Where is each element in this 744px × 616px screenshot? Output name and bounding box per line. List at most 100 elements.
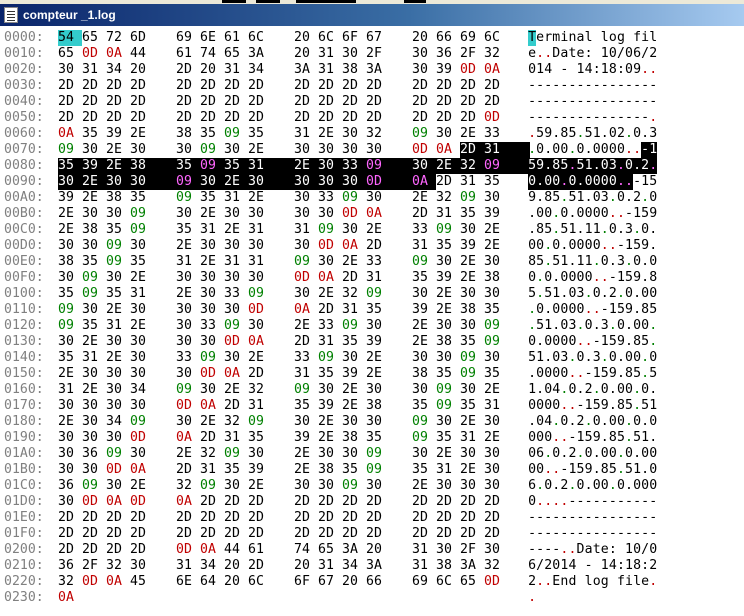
- ascii-char[interactable]: -: [617, 94, 625, 110]
- ascii-char[interactable]: t: [568, 46, 576, 62]
- hex-byte[interactable]: 32: [248, 382, 272, 398]
- ascii-char[interactable]: .: [585, 350, 593, 366]
- hex-byte[interactable]: 2E: [106, 142, 130, 158]
- ascii-char[interactable]: 8: [544, 190, 552, 206]
- ascii-char[interactable]: -: [633, 494, 641, 510]
- hex-byte[interactable]: 35: [318, 366, 342, 382]
- hex-byte[interactable]: 2D: [318, 94, 342, 110]
- ascii-char[interactable]: 3: [608, 158, 617, 174]
- ascii-char[interactable]: 0: [544, 430, 552, 446]
- ascii-char[interactable]: -: [617, 238, 625, 254]
- ascii-char[interactable]: .: [568, 254, 576, 270]
- ascii-char[interactable]: 2: [576, 414, 585, 430]
- hex-byte[interactable]: 2E: [224, 222, 248, 238]
- hex-byte[interactable]: 32: [484, 558, 508, 574]
- ascii-char[interactable]: 5: [593, 398, 601, 414]
- hex-byte[interactable]: 6D: [130, 30, 154, 46]
- ascii-char[interactable]: 0: [601, 142, 609, 158]
- ascii-char[interactable]: 0: [552, 334, 560, 350]
- hex-byte[interactable]: 2D: [436, 110, 460, 126]
- ascii-char[interactable]: .: [560, 190, 568, 206]
- ascii-char[interactable]: -: [528, 94, 536, 110]
- hex-byte[interactable]: 20: [294, 558, 318, 574]
- hex-byte[interactable]: 09: [224, 126, 248, 142]
- hex-byte[interactable]: 32: [436, 190, 460, 206]
- ascii-char[interactable]: [609, 574, 617, 590]
- hex-byte[interactable]: 0D: [82, 494, 106, 510]
- ascii-char[interactable]: -: [576, 526, 585, 542]
- ascii-char[interactable]: -: [593, 334, 601, 350]
- hex-byte[interactable]: 30: [200, 238, 224, 254]
- ascii-char[interactable]: 1: [593, 366, 601, 382]
- ascii-char[interactable]: f: [633, 30, 641, 46]
- ascii-char[interactable]: .: [593, 302, 601, 318]
- hex-byte[interactable]: 2D: [130, 94, 154, 110]
- hex-byte[interactable]: 31: [176, 558, 200, 574]
- ascii-char[interactable]: -: [641, 510, 649, 526]
- ascii-char[interactable]: 0: [560, 334, 568, 350]
- ascii-char[interactable]: 2: [641, 158, 650, 174]
- ascii-char[interactable]: :: [617, 62, 625, 78]
- hex-byte[interactable]: 30: [106, 430, 130, 446]
- ascii-char[interactable]: 0: [576, 142, 585, 158]
- hex-byte[interactable]: 38: [176, 126, 200, 142]
- hex-byte[interactable]: 2D: [248, 94, 272, 110]
- ascii-char[interactable]: .: [649, 222, 657, 238]
- hex-byte[interactable]: 35: [294, 398, 318, 414]
- ascii-char[interactable]: 9: [601, 398, 609, 414]
- hex-byte[interactable]: 2D: [484, 494, 508, 510]
- hex-byte[interactable]: 2E: [82, 174, 106, 190]
- hex-byte[interactable]: 09: [200, 142, 224, 158]
- ascii-char[interactable]: [593, 46, 601, 62]
- hex-byte[interactable]: 38: [366, 398, 390, 414]
- ascii-char[interactable]: .: [536, 190, 544, 206]
- ascii-char[interactable]: 1: [625, 238, 633, 254]
- ascii-char[interactable]: 5: [576, 462, 585, 478]
- hex-byte[interactable]: 2D: [176, 62, 200, 78]
- ascii-char[interactable]: 1: [593, 222, 601, 238]
- ascii-char[interactable]: l: [633, 574, 641, 590]
- ascii-char[interactable]: 0: [552, 558, 560, 574]
- hex-byte[interactable]: 2D: [58, 110, 82, 126]
- ascii-char[interactable]: .: [633, 286, 641, 302]
- ascii-char[interactable]: 6: [528, 478, 536, 494]
- ascii-char[interactable]: .: [641, 414, 649, 430]
- hex-byte[interactable]: 2F: [460, 542, 484, 558]
- hex-byte[interactable]: 39: [248, 462, 272, 478]
- hex-byte[interactable]: 31: [82, 62, 106, 78]
- hex-byte[interactable]: 2D: [106, 110, 130, 126]
- ascii-char[interactable]: .: [552, 318, 560, 334]
- hex-byte[interactable]: 3A: [294, 62, 318, 78]
- ascii-char[interactable]: 0: [576, 478, 585, 494]
- ascii-char[interactable]: .: [649, 110, 657, 126]
- hex-byte[interactable]: 30: [366, 190, 390, 206]
- ascii-char[interactable]: 0: [601, 206, 609, 222]
- hex-byte[interactable]: 35: [412, 462, 436, 478]
- ascii-char[interactable]: .: [536, 270, 544, 286]
- ascii-char[interactable]: -: [576, 78, 585, 94]
- hex-byte[interactable]: 31: [318, 558, 342, 574]
- hex-byte[interactable]: 0A: [366, 206, 390, 222]
- ascii-char[interactable]: 1: [649, 398, 657, 414]
- ascii-char[interactable]: -: [633, 110, 641, 126]
- hex-byte[interactable]: 36: [58, 478, 82, 494]
- hex-byte[interactable]: 2E: [484, 430, 508, 446]
- hex-byte[interactable]: 74: [200, 46, 224, 62]
- ascii-char[interactable]: 4: [568, 558, 576, 574]
- hex-byte[interactable]: 2D: [176, 510, 200, 526]
- hex-byte[interactable]: 33: [200, 318, 224, 334]
- ascii-char[interactable]: .: [601, 350, 609, 366]
- hex-byte[interactable]: 2D: [342, 494, 366, 510]
- hex-byte[interactable]: 35: [176, 158, 200, 174]
- hex-byte[interactable]: 30: [294, 286, 318, 302]
- ascii-char[interactable]: 0: [593, 478, 601, 494]
- hex-byte[interactable]: 2D: [412, 510, 436, 526]
- hex-byte[interactable]: 2E: [460, 414, 484, 430]
- hex-byte[interactable]: 30: [460, 382, 484, 398]
- hex-byte[interactable]: 69: [412, 574, 436, 590]
- ascii-char[interactable]: 9: [536, 158, 545, 174]
- hex-byte[interactable]: 2E: [436, 302, 460, 318]
- hex-byte[interactable]: 31: [82, 350, 106, 366]
- hex-byte[interactable]: 09: [412, 430, 436, 446]
- hex-byte[interactable]: 2D: [130, 510, 154, 526]
